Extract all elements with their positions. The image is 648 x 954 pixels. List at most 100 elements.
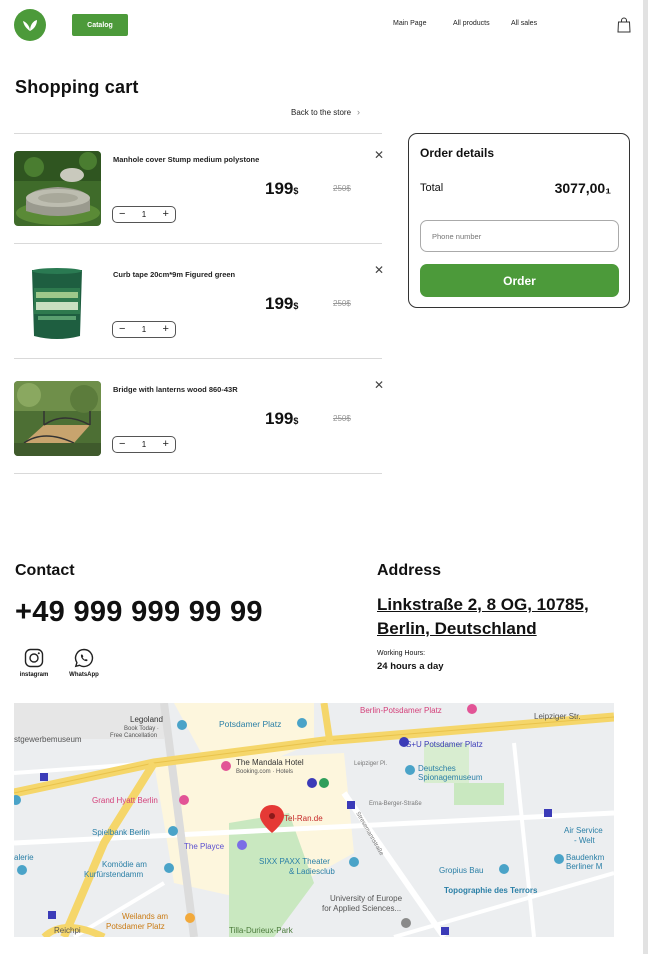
total-label: Total <box>420 182 444 194</box>
whatsapp-icon <box>74 648 94 668</box>
map-label: Free Cancellation <box>110 733 157 739</box>
map-label: Kurfürstendamm <box>84 870 143 879</box>
price-value: 199 <box>265 409 294 428</box>
map-label: Tel-Ran.de <box>284 814 323 823</box>
map-label: & Ladiesclub <box>289 867 335 876</box>
cart-item: Curb tape 20cm*9m Figured green 199$ 250… <box>14 249 384 364</box>
nav-all-sales[interactable]: All sales <box>511 20 537 27</box>
cart-item: Manhole cover Stump medium polystone 199… <box>14 134 384 249</box>
map-label: Gropius Bau <box>439 866 483 875</box>
map-label: Potsdamer Platz <box>219 719 281 729</box>
remove-item-icon[interactable]: ✕ <box>374 148 384 162</box>
map-label: Book Today · <box>124 726 159 732</box>
quantity-value[interactable]: 1 <box>142 325 146 334</box>
map-label: Legoland <box>130 715 163 724</box>
phone-number-input[interactable] <box>420 220 619 252</box>
plus-icon[interactable]: + <box>163 439 169 450</box>
shopping-bag-icon[interactable] <box>617 17 631 33</box>
quantity-stepper: − 1 + <box>112 206 176 223</box>
whatsapp-link[interactable]: WhatsApp <box>59 648 109 678</box>
location-map[interactable]: Legoland Book Today · Free Cancellation … <box>14 703 614 937</box>
divider <box>14 243 382 244</box>
product-name[interactable]: Curb tape 20cm*9m Figured green <box>113 270 263 280</box>
map-label: Spielbank Berlin <box>92 828 150 837</box>
instagram-label: instagram <box>19 672 49 678</box>
price-value: 199 <box>265 179 294 198</box>
contact-phone[interactable]: +49 999 999 99 99 <box>15 596 263 629</box>
back-to-store-link[interactable]: Back to the store › <box>291 107 360 117</box>
map-label: University of Europe <box>330 894 403 903</box>
plus-icon[interactable]: + <box>163 209 169 220</box>
map-label: Deutsches <box>418 764 456 773</box>
map-label: for Applied Sciences... <box>322 904 401 913</box>
map-label: Leipziger Str. <box>534 712 581 721</box>
nav-all-products[interactable]: All products <box>453 20 490 27</box>
order-button[interactable]: Order <box>420 264 619 297</box>
product-price: 199$ <box>265 294 298 314</box>
logo[interactable] <box>14 9 46 41</box>
product-price: 199$ <box>265 409 298 429</box>
address-link[interactable]: Linkstraße 2, 8 OG, 10785, Berlin, Deuts… <box>377 593 589 641</box>
cart-item: Bridge with lanterns wood 860-43R 199$ 2… <box>14 364 384 479</box>
map-label: Potsdamer Platz <box>106 922 165 931</box>
address-line-1: Linkstraße 2, 8 OG, 10785, <box>377 595 589 614</box>
map-label: The Mandala Hotel <box>236 758 304 767</box>
minus-icon[interactable]: − <box>119 324 125 335</box>
remove-item-icon[interactable]: ✕ <box>374 263 384 277</box>
order-details-panel: Order details Total 3077,00₁ Order <box>408 133 630 308</box>
product-image-bridge[interactable] <box>14 381 101 456</box>
map-label: alerie <box>14 853 34 862</box>
map-label: Leipziger Pl. <box>354 761 387 767</box>
product-name[interactable]: Bridge with lanterns wood 860-43R <box>113 385 263 395</box>
working-hours-value: 24 hours a day <box>377 661 444 672</box>
plus-icon[interactable]: + <box>163 324 169 335</box>
catalog-button[interactable]: Catalog <box>72 14 128 36</box>
map-label: SIXX PAXX Theater <box>259 857 330 866</box>
map-label: Komödie am <box>102 860 147 869</box>
page-title: Shopping cart <box>15 77 139 97</box>
map-label: Weilands am <box>122 912 168 921</box>
map-label: Berliner M <box>566 862 603 871</box>
map-label: Baudenkm <box>566 853 605 862</box>
product-image-curb-tape[interactable] <box>14 266 101 341</box>
order-details-title: Order details <box>420 146 495 160</box>
price-currency: $ <box>293 186 299 196</box>
quantity-stepper: − 1 + <box>112 321 176 338</box>
page: Catalog Main Page All products All sales… <box>0 0 643 954</box>
product-name[interactable]: Manhole cover Stump medium polystone <box>113 155 263 165</box>
map-label: Air Service <box>564 826 603 835</box>
product-image-stump[interactable] <box>14 151 101 226</box>
working-hours-label: Working Hours: <box>377 650 426 657</box>
chevron-right-icon: › <box>357 107 361 117</box>
map-label: Reichpi <box>54 926 81 935</box>
price-value: 199 <box>265 294 294 313</box>
quantity-value[interactable]: 1 <box>142 210 146 219</box>
old-price: 250$ <box>333 184 351 193</box>
instagram-link[interactable]: instagram <box>9 648 59 678</box>
remove-item-icon[interactable]: ✕ <box>374 378 384 392</box>
leaf-icon <box>23 20 37 31</box>
back-to-store-label: Back to the store <box>291 107 352 117</box>
divider <box>14 473 382 474</box>
map-label: The Playce <box>184 842 225 851</box>
whatsapp-label: WhatsApp <box>69 672 99 678</box>
map-label: Berlin-Potsdamer Platz <box>360 706 442 715</box>
map-label: S+U Potsdamer Platz <box>406 740 483 749</box>
map-label: Erna-Berger-Straße <box>369 801 422 807</box>
nav-main-page[interactable]: Main Page <box>393 20 426 27</box>
divider <box>14 358 382 359</box>
map-label: - Welt <box>574 836 596 845</box>
map-label: Grand Hyatt Berlin <box>92 796 158 805</box>
contact-title: Contact <box>15 562 75 579</box>
map-label: Spionagemuseum <box>418 773 483 782</box>
quantity-value[interactable]: 1 <box>142 440 146 449</box>
minus-icon[interactable]: − <box>119 439 125 450</box>
scrollbar[interactable] <box>643 0 648 954</box>
total-value: 3077,00₁ <box>554 180 611 196</box>
map-label: stgewerbemuseum <box>14 735 82 744</box>
old-price: 250$ <box>333 299 351 308</box>
map-label: Tilla-Durieux-Park <box>229 926 294 935</box>
price-currency: $ <box>293 416 299 426</box>
minus-icon[interactable]: − <box>119 209 125 220</box>
quantity-stepper: − 1 + <box>112 436 176 453</box>
